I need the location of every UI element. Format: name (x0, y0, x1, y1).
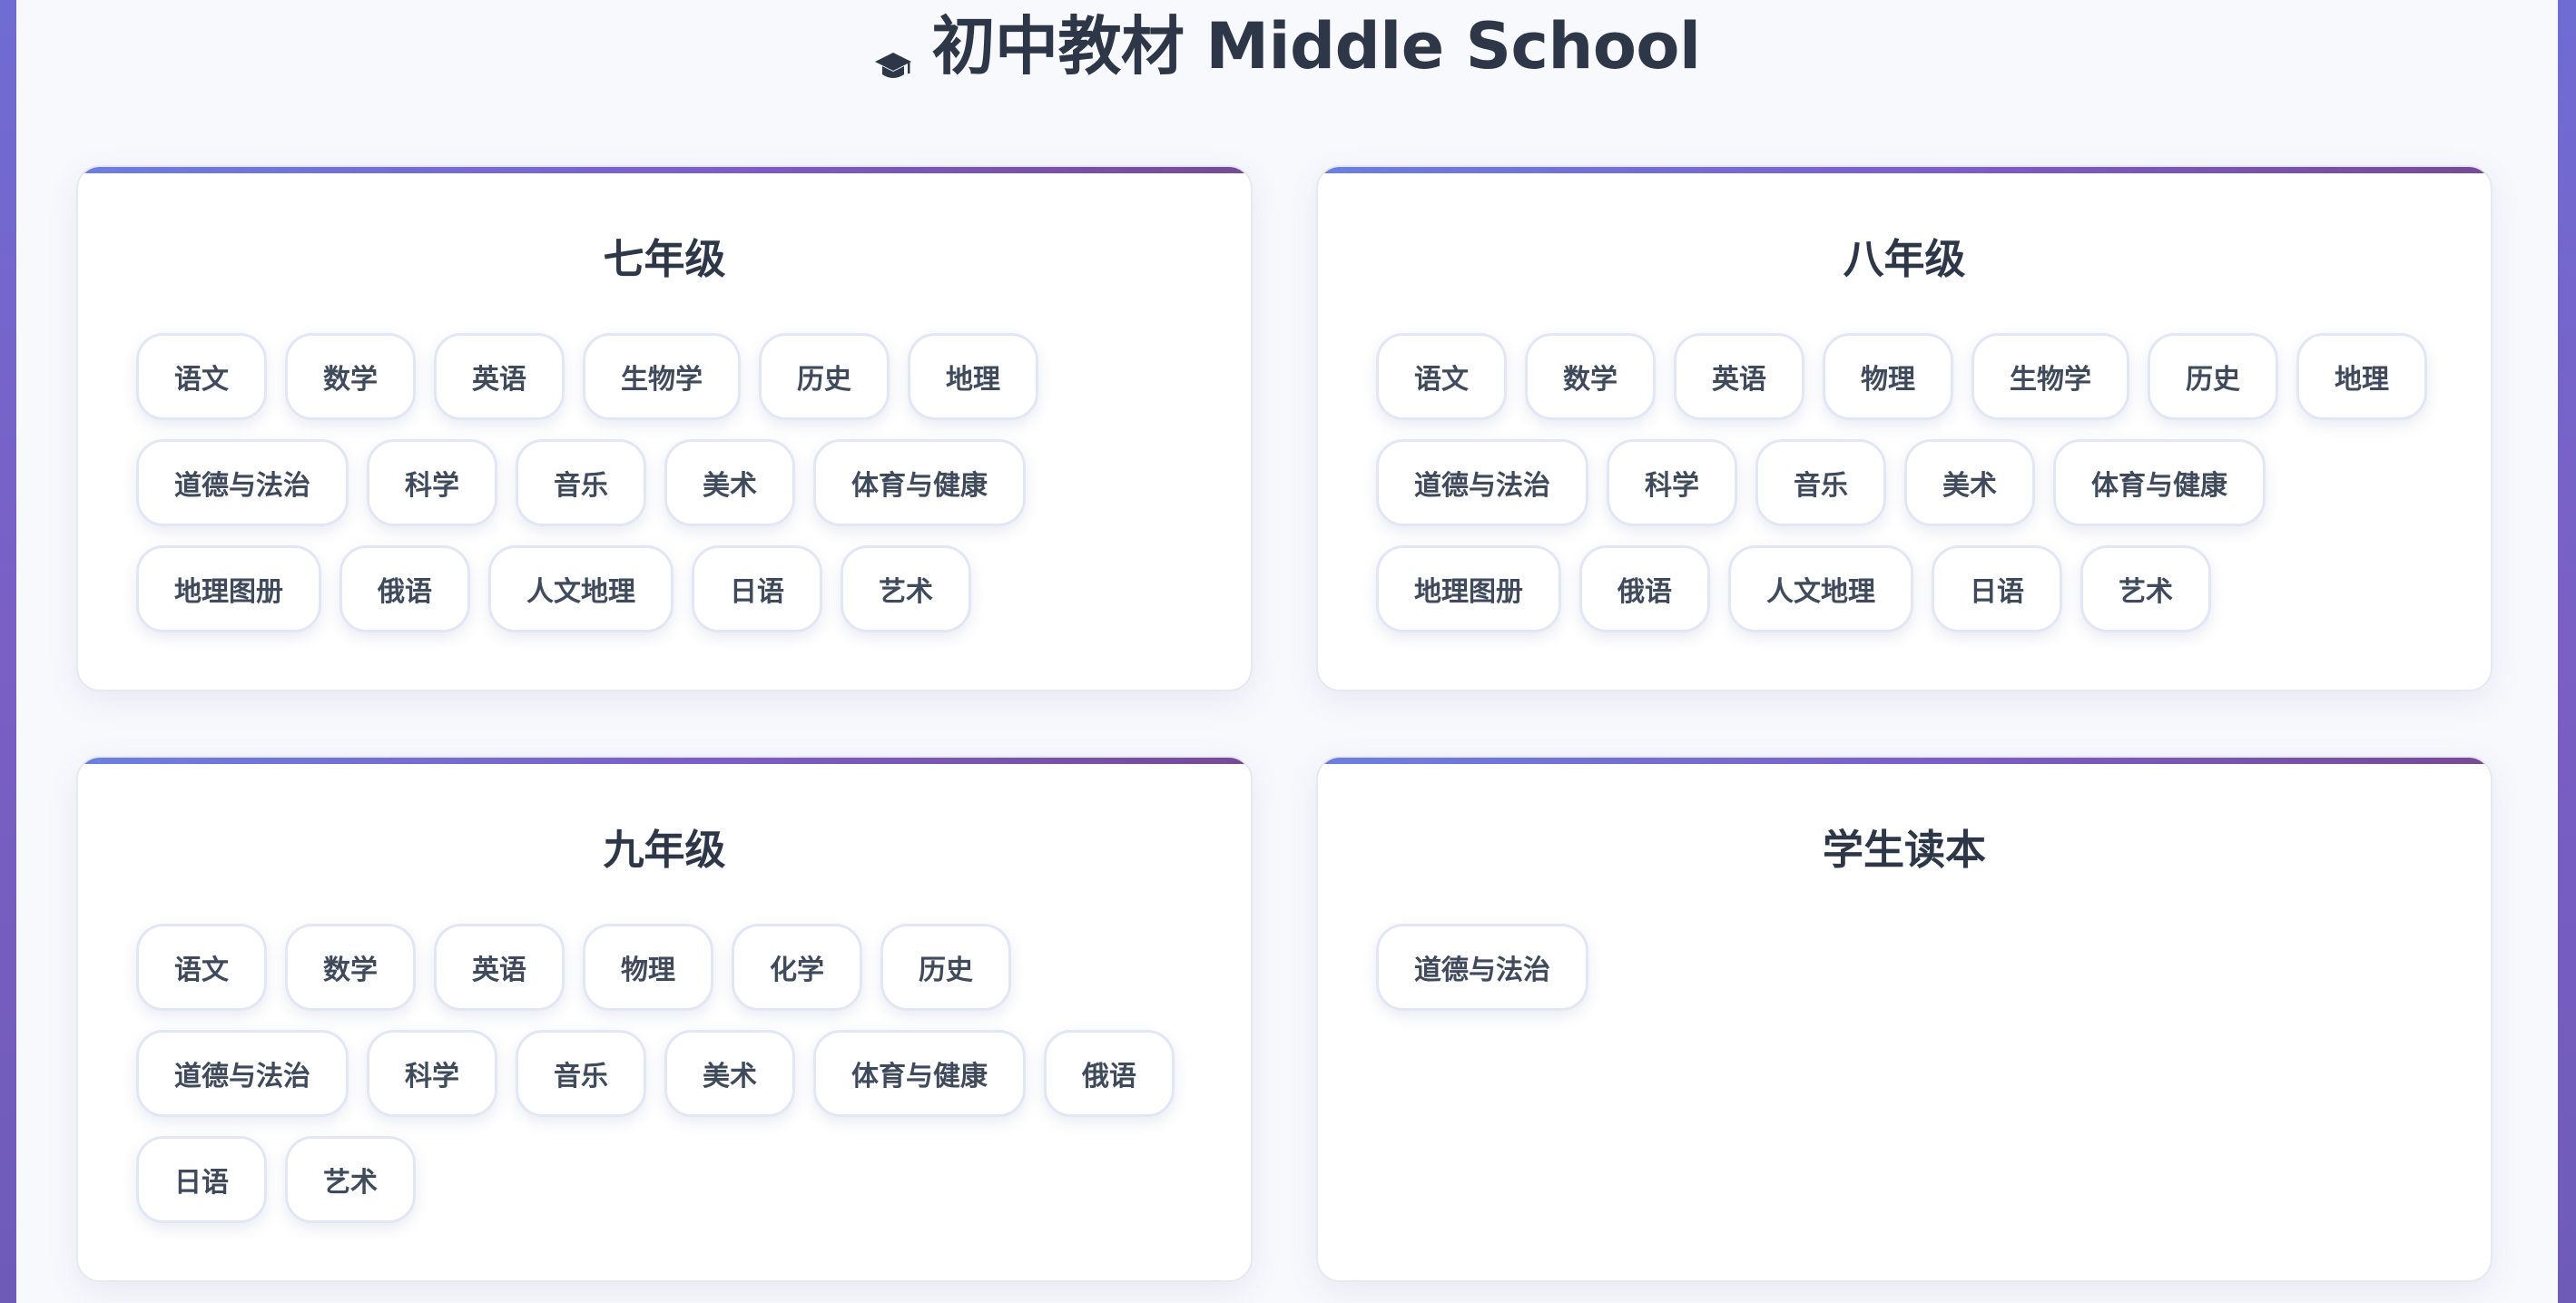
card-accent-bar (78, 758, 1251, 764)
subject-tag[interactable]: 俄语 (1579, 545, 1710, 632)
subject-tag[interactable]: 音乐 (1755, 439, 1886, 526)
subject-tag[interactable]: 语文 (1376, 333, 1507, 420)
subject-tag[interactable]: 历史 (880, 924, 1011, 1011)
subject-list: 语文 数学 英语 生物学 历史 地理 道德与法治 科学 音乐 美术 体育与健康 … (136, 333, 1196, 632)
subject-tag[interactable]: 体育与健康 (813, 439, 1026, 526)
subject-tag[interactable]: 艺术 (841, 545, 971, 632)
subject-tag[interactable]: 道德与法治 (1376, 924, 1588, 1011)
subject-tag[interactable]: 数学 (1525, 333, 1656, 420)
subject-tag[interactable]: 音乐 (516, 439, 646, 526)
subject-tag[interactable]: 英语 (434, 333, 565, 420)
subject-tag[interactable]: 体育与健康 (813, 1030, 1026, 1117)
subject-tag[interactable]: 人文地理 (488, 545, 673, 632)
card-accent-bar (78, 167, 1251, 173)
subject-list: 道德与法治 (1376, 924, 2436, 1011)
subject-tag[interactable]: 日语 (692, 545, 822, 632)
subject-tag[interactable]: 生物学 (1971, 333, 2129, 420)
card-accent-bar (1318, 758, 2491, 764)
student-reader-card: 学生读本 道德与法治 (1316, 756, 2492, 1282)
subject-tag[interactable]: 科学 (367, 439, 497, 526)
subject-tag[interactable]: 艺术 (285, 1136, 416, 1223)
subject-tag[interactable]: 物理 (1823, 333, 1953, 420)
subject-tag[interactable]: 数学 (285, 924, 416, 1011)
grade-title: 八年级 (1843, 235, 1966, 283)
subject-tag[interactable]: 语文 (136, 924, 267, 1011)
grade-title: 学生读本 (1822, 826, 1986, 874)
subject-tag[interactable]: 日语 (136, 1136, 267, 1223)
page-title: 初中教材 Middle School (931, 8, 1702, 83)
grade-card-7: 七年级 语文 数学 英语 生物学 历史 地理 道德与法治 科学 音乐 美术 体育… (76, 165, 1253, 691)
subject-tag[interactable]: 体育与健康 (2053, 439, 2266, 526)
subject-tag[interactable]: 数学 (285, 333, 416, 420)
page-header: 初中教材 Middle School (16, 0, 2558, 83)
subject-tag[interactable]: 英语 (1674, 333, 1804, 420)
subject-list: 语文 数学 英语 物理 化学 历史 道德与法治 科学 音乐 美术 体育与健康 俄… (136, 924, 1196, 1223)
subject-tag[interactable]: 艺术 (2080, 545, 2211, 632)
subject-list: 语文 数学 英语 物理 生物学 历史 地理 道德与法治 科学 音乐 美术 体育与… (1376, 333, 2436, 632)
grade-title: 九年级 (603, 826, 726, 874)
subject-tag[interactable]: 日语 (1932, 545, 2062, 632)
subject-tag[interactable]: 科学 (1607, 439, 1737, 526)
grade-card-8: 八年级 语文 数学 英语 物理 生物学 历史 地理 道德与法治 科学 音乐 美术… (1316, 165, 2492, 691)
subject-tag[interactable]: 美术 (1904, 439, 2035, 526)
subject-tag[interactable]: 地理 (2296, 333, 2427, 420)
subject-tag[interactable]: 化学 (732, 924, 862, 1011)
card-accent-bar (1318, 167, 2491, 173)
subject-tag[interactable]: 英语 (434, 924, 565, 1011)
graduation-cap-icon (874, 26, 912, 78)
subject-tag[interactable]: 地理图册 (136, 545, 321, 632)
subject-tag[interactable]: 道德与法治 (136, 1030, 349, 1117)
subject-tag[interactable]: 美术 (664, 439, 795, 526)
subject-tag[interactable]: 历史 (2148, 333, 2278, 420)
subject-tag[interactable]: 地理 (908, 333, 1038, 420)
subject-tag[interactable]: 科学 (367, 1030, 497, 1117)
subject-tag[interactable]: 地理图册 (1376, 545, 1561, 632)
subject-tag[interactable]: 生物学 (583, 333, 741, 420)
subject-tag[interactable]: 道德与法治 (1376, 439, 1588, 526)
subject-tag[interactable]: 语文 (136, 333, 267, 420)
subject-tag[interactable]: 俄语 (339, 545, 470, 632)
subject-tag[interactable]: 俄语 (1044, 1030, 1175, 1117)
subject-tag[interactable]: 美术 (664, 1030, 795, 1117)
subject-tag[interactable]: 历史 (759, 333, 890, 420)
page: 初中教材 Middle School 七年级 语文 数学 英语 生物学 历史 地… (16, 0, 2558, 1303)
subject-tag[interactable]: 道德与法治 (136, 439, 349, 526)
grade-title: 七年级 (603, 235, 726, 283)
subject-tag[interactable]: 音乐 (516, 1030, 646, 1117)
subject-tag[interactable]: 物理 (583, 924, 713, 1011)
subject-tag[interactable]: 人文地理 (1728, 545, 1913, 632)
grade-card-9: 九年级 语文 数学 英语 物理 化学 历史 道德与法治 科学 音乐 美术 体育与… (76, 756, 1253, 1282)
